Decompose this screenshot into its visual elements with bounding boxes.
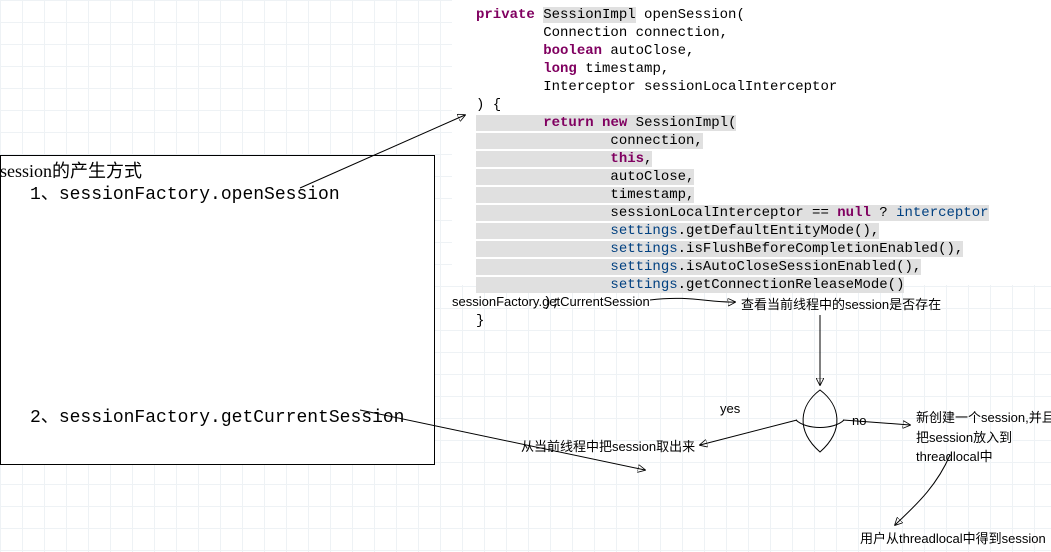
method-1: 1、sessionFactory.openSession	[30, 179, 340, 205]
diagram-caption: sessionFactory.getCurrentSession	[452, 295, 650, 308]
method-1-prefix: 1、	[30, 185, 59, 205]
diagram-yes-label: yes	[720, 402, 740, 415]
diagram-check-label: 查看当前线程中的session是否存在	[741, 298, 941, 311]
method-2-code: sessionFactory.getCurrentSession	[59, 408, 405, 428]
code-snippet: private SessionImpl openSession( Connect…	[452, 0, 1051, 285]
code-pre: private SessionImpl openSession( Connect…	[452, 0, 1051, 330]
method-2: 2、sessionFactory.getCurrentSession	[30, 402, 404, 428]
method-2-prefix: 2、	[30, 408, 59, 428]
method-1-code: sessionFactory.openSession	[59, 185, 340, 205]
diagram-from-thread-label: 从当前线程中把session取出来	[521, 440, 695, 453]
diagram-no-label: no	[852, 414, 866, 427]
diagram-new-session-label: 新创建一个session,并且把session放入到threadlocal中	[916, 408, 1051, 467]
diagram-get-session-label: 用户从threadlocal中得到session	[860, 532, 1046, 545]
